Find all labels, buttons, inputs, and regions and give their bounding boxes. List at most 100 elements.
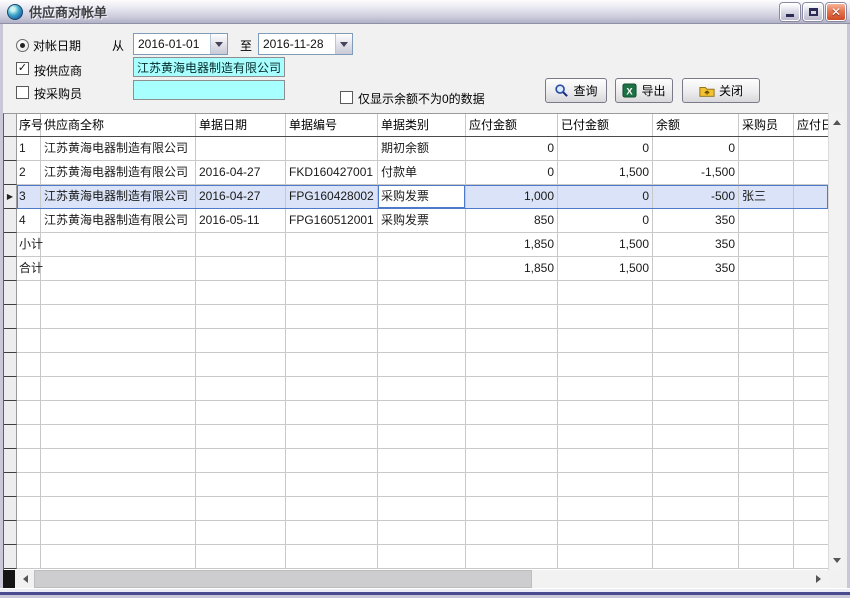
cell[interactable]: 1,850 — [466, 257, 558, 281]
cell[interactable] — [378, 233, 466, 257]
row-indicator[interactable] — [4, 401, 17, 425]
cell[interactable] — [739, 233, 794, 257]
cell[interactable] — [286, 233, 378, 257]
date-range-radio[interactable] — [16, 39, 29, 52]
close-button[interactable]: ✕ — [826, 3, 846, 21]
cell[interactable] — [41, 257, 196, 281]
cell[interactable] — [739, 257, 794, 281]
cell[interactable]: FPG160428002 — [286, 185, 378, 209]
cell[interactable]: 2016-05-11 — [196, 209, 286, 233]
cell[interactable] — [286, 257, 378, 281]
cell[interactable] — [196, 257, 286, 281]
cell[interactable] — [794, 161, 828, 185]
row-indicator[interactable] — [4, 257, 17, 281]
cell[interactable]: FKD160427001 — [286, 161, 378, 185]
cell[interactable]: 0 — [558, 137, 653, 161]
scroll-up-button[interactable] — [829, 113, 844, 131]
by-supplier-checkbox[interactable]: ✓ — [16, 62, 29, 75]
from-date-dropdown-button[interactable] — [210, 34, 227, 54]
query-button[interactable]: 查询 — [545, 78, 607, 103]
cell[interactable] — [794, 137, 828, 161]
cell[interactable]: 江苏黄海电器制造有限公司 — [41, 185, 196, 209]
cell[interactable] — [739, 209, 794, 233]
cell[interactable]: 1,500 — [558, 257, 653, 281]
cell[interactable]: 江苏黄海电器制造有限公司 — [41, 137, 196, 161]
horizontal-scrollbar[interactable] — [3, 570, 828, 588]
nonzero-only-checkbox[interactable] — [340, 91, 353, 104]
row-indicator[interactable] — [4, 161, 17, 185]
column-header-seq[interactable]: 序号 — [17, 114, 41, 136]
scroll-right-button[interactable] — [809, 570, 828, 588]
cell[interactable]: 江苏黄海电器制造有限公司 — [41, 161, 196, 185]
cell[interactable]: 期初余额 — [378, 137, 466, 161]
cell[interactable]: 采购发票 — [378, 209, 466, 233]
cell[interactable]: 350 — [653, 233, 739, 257]
row-indicator[interactable] — [4, 137, 17, 161]
cell[interactable]: 2 — [17, 161, 41, 185]
to-date-dropdown-button[interactable] — [335, 34, 352, 54]
by-buyer-checkbox[interactable] — [16, 86, 29, 99]
minimize-button[interactable] — [780, 3, 800, 21]
row-indicator[interactable] — [4, 329, 17, 353]
cell[interactable] — [286, 137, 378, 161]
column-header-payable[interactable]: 应付金额 — [466, 114, 558, 136]
row-indicator[interactable] — [4, 305, 17, 329]
vertical-scrollbar[interactable] — [828, 113, 844, 570]
focused-cell[interactable]: 采购发票 — [378, 185, 466, 209]
column-header-paid[interactable]: 已付金额 — [558, 114, 653, 136]
cell[interactable]: 1,850 — [466, 233, 558, 257]
row-indicator[interactable] — [4, 449, 17, 473]
table-row[interactable]: ▶3江苏黄海电器制造有限公司2016-04-27FPG160428002采购发票… — [4, 185, 828, 209]
buyer-input[interactable] — [133, 80, 285, 100]
selected-row-marker[interactable]: ▶ — [4, 185, 17, 209]
row-indicator[interactable] — [4, 377, 17, 401]
table-row[interactable]: 小计 1,8501,500350 — [4, 233, 828, 257]
cell[interactable]: 张三 — [739, 185, 794, 209]
cell[interactable] — [794, 209, 828, 233]
close-form-button[interactable]: 关闭 — [682, 78, 760, 103]
cell[interactable] — [794, 233, 828, 257]
cell[interactable]: 0 — [558, 209, 653, 233]
cell[interactable]: -1,500 — [653, 161, 739, 185]
maximize-button[interactable] — [803, 3, 823, 21]
row-indicator[interactable] — [4, 233, 17, 257]
cell[interactable]: 2016-04-27 — [196, 161, 286, 185]
cell[interactable]: -500 — [653, 185, 739, 209]
column-header-buyer[interactable]: 采购员 — [739, 114, 794, 136]
row-indicator[interactable] — [4, 497, 17, 521]
row-indicator[interactable] — [4, 209, 17, 233]
cell[interactable] — [739, 137, 794, 161]
cell[interactable]: 1 — [17, 137, 41, 161]
cell[interactable]: FPG160512001 — [286, 209, 378, 233]
table-row[interactable]: 1江苏黄海电器制造有限公司期初余额000 — [4, 137, 828, 161]
row-indicator[interactable] — [4, 281, 17, 305]
scroll-down-button[interactable] — [829, 552, 844, 570]
table-row[interactable]: 2江苏黄海电器制造有限公司2016-04-27FKD160427001付款单01… — [4, 161, 828, 185]
column-header-balance[interactable]: 余额 — [653, 114, 739, 136]
cell[interactable] — [41, 233, 196, 257]
cell[interactable] — [196, 233, 286, 257]
cell[interactable]: 1,500 — [558, 233, 653, 257]
cell[interactable]: 付款单 — [378, 161, 466, 185]
column-header-due-date[interactable]: 应付日期 — [794, 114, 828, 136]
cell[interactable]: 小计 — [17, 233, 41, 257]
table-row[interactable]: 4江苏黄海电器制造有限公司2016-05-11FPG160512001采购发票8… — [4, 209, 828, 233]
cell[interactable]: 1,500 — [558, 161, 653, 185]
supplier-input[interactable] — [133, 57, 285, 77]
cell[interactable] — [794, 257, 828, 281]
scrollbar-track[interactable] — [532, 570, 809, 588]
cell[interactable]: 2016-04-27 — [196, 185, 286, 209]
cell[interactable] — [794, 185, 828, 209]
row-indicator[interactable] — [4, 473, 17, 497]
row-indicator[interactable] — [4, 425, 17, 449]
cell[interactable]: 350 — [653, 257, 739, 281]
cell[interactable] — [739, 161, 794, 185]
to-date-select[interactable]: 2016-11-28 — [258, 33, 353, 55]
column-header-supplier[interactable]: 供应商全称 — [41, 114, 196, 136]
column-header-doc-type[interactable]: 单据类别 — [378, 114, 466, 136]
cell[interactable]: 350 — [653, 209, 739, 233]
export-button[interactable]: X 导出 — [615, 78, 673, 103]
cell[interactable]: 江苏黄海电器制造有限公司 — [41, 209, 196, 233]
cell[interactable] — [196, 137, 286, 161]
cell[interactable]: 3 — [17, 185, 41, 209]
